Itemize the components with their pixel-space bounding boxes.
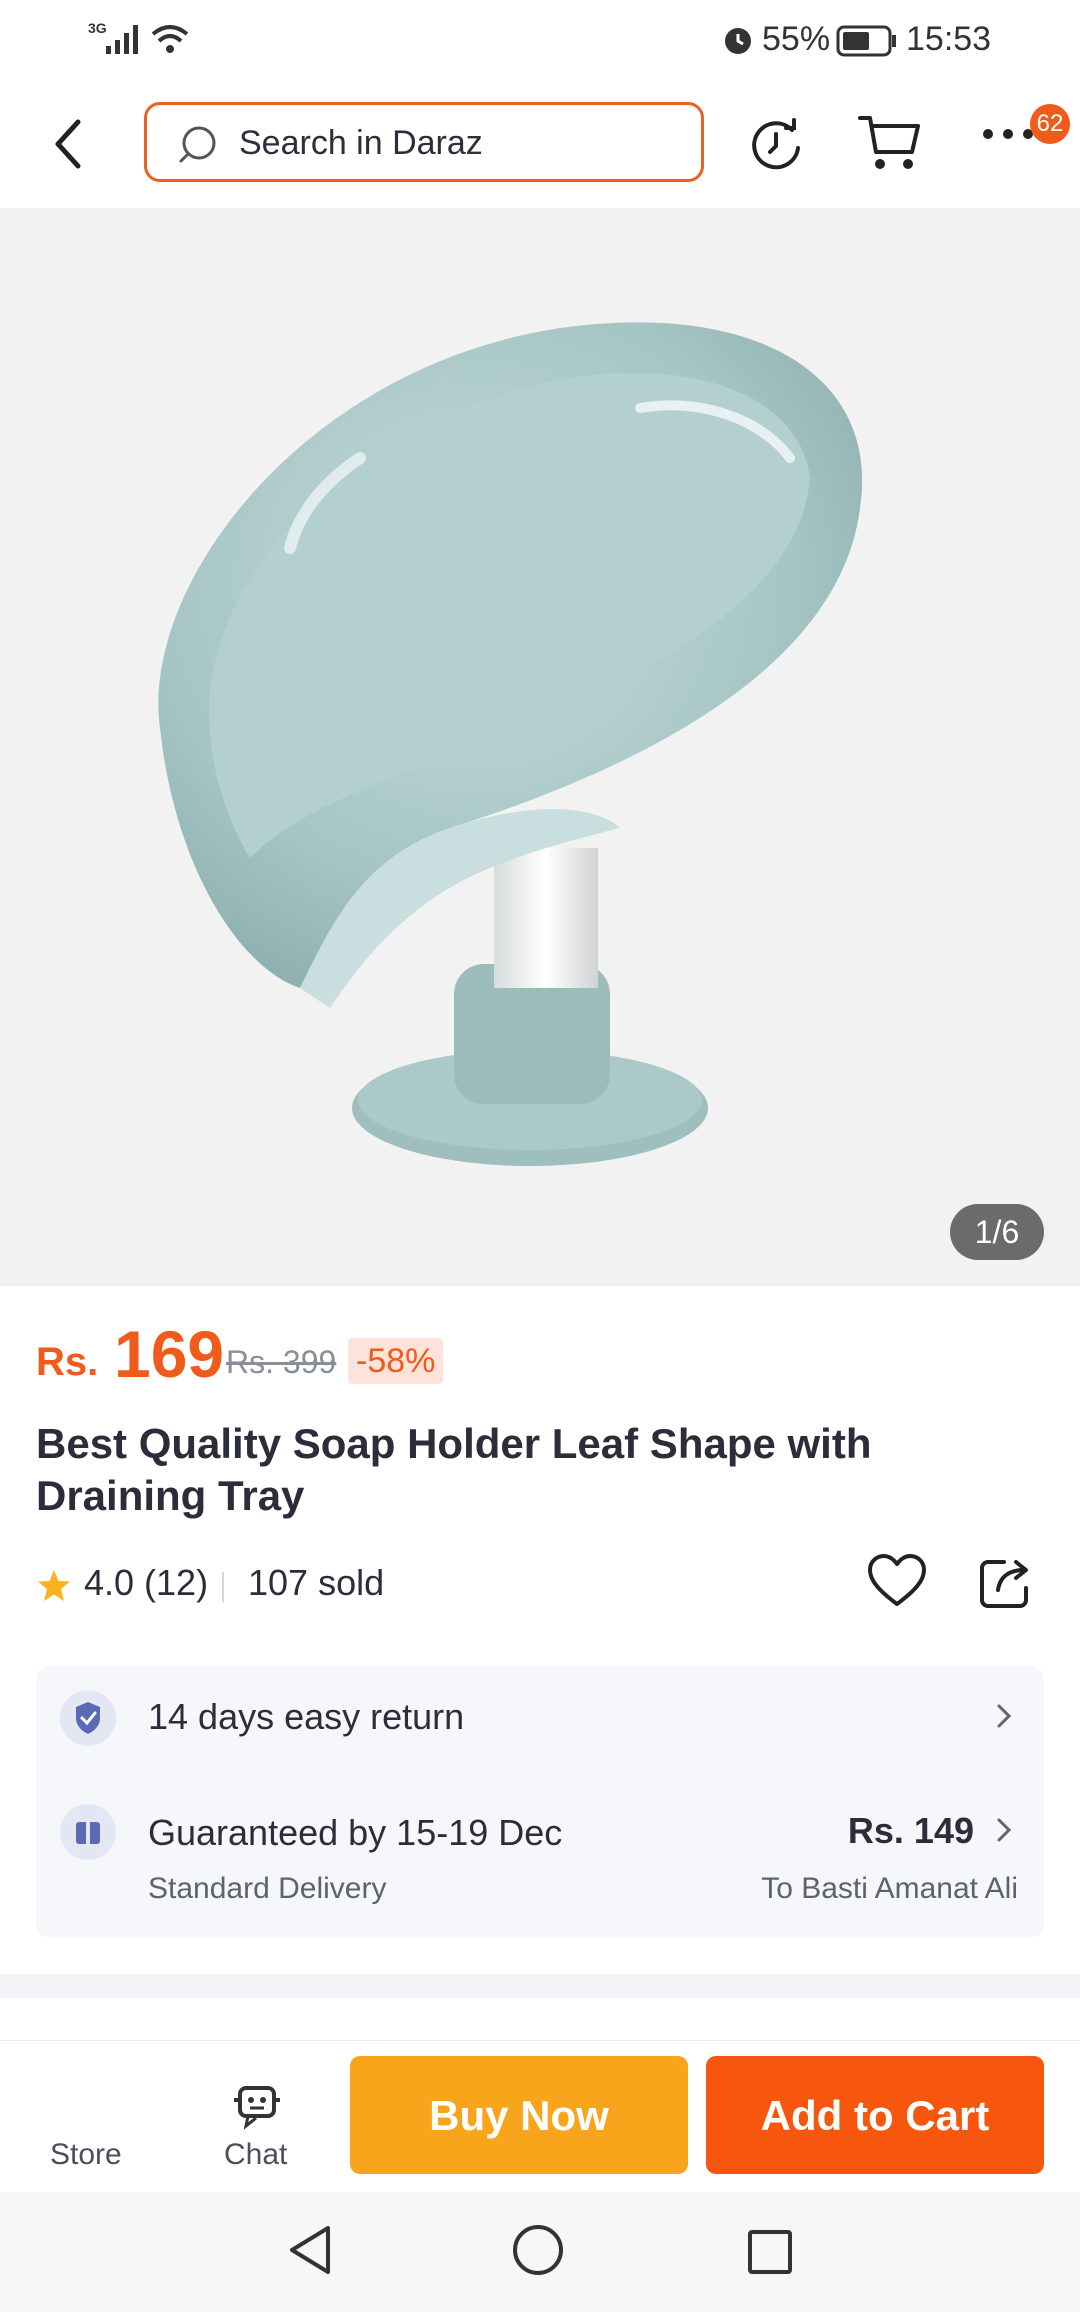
price-currency: Rs. [36,1340,99,1384]
chat-button[interactable]: Chat [224,2138,287,2172]
product-image [158,322,863,1166]
status-bar: 3G 55% 15:53 [0,0,1080,84]
section-divider [0,1974,1080,1998]
services-card: 14 days easy return Guaranteed by 15-19 … [36,1666,1044,1938]
nav-home-icon[interactable] [510,2222,566,2278]
more-options-icon[interactable] [980,122,1036,146]
chevron-right-icon[interactable] [994,1702,1014,1730]
rating-value: 4.0 (12) [84,1562,209,1603]
return-shield-icon [60,1690,116,1746]
separator [222,1572,224,1602]
add-to-cart-button[interactable]: Add to Cart [706,2056,1044,2174]
image-counter: 1/6 [950,1204,1044,1260]
nav-recents-icon[interactable] [746,2228,794,2276]
star-icon [38,1570,70,1601]
back-arrow-icon[interactable] [40,108,100,180]
original-price: Rs. 399 [226,1344,337,1380]
wishlist-heart-icon[interactable] [866,1552,928,1610]
cart-icon[interactable] [856,112,924,174]
battery-percentage: 55% [762,20,831,58]
delivery-location[interactable]: To Basti Amanat Ali [761,1872,1018,1906]
clock: 15:53 [906,20,992,58]
price: 169 [114,1317,225,1391]
delivery-box-icon [60,1804,116,1860]
wifi-icon [151,25,189,53]
notification-badge: 62 [1030,104,1070,144]
store-button[interactable]: Store [50,2138,122,2172]
buy-now-button[interactable]: Buy Now [350,2056,688,2174]
discount-badge: -58% [348,1338,444,1384]
share-icon[interactable] [978,1556,1034,1610]
delivery-fee: Rs. 149 [847,1810,974,1851]
product-title: Best Quality Soap Holder Leaf Shape with… [36,1420,872,1519]
history-icon[interactable] [746,114,806,174]
delivery-guarantee[interactable]: Guaranteed by 15-19 Dec [148,1812,562,1854]
alarm-icon [725,28,751,54]
nav-back-icon[interactable] [284,2222,336,2278]
delivery-type: Standard Delivery [148,1872,387,1905]
return-policy-text[interactable]: 14 days easy return [148,1696,464,1738]
product-image-gallery[interactable] [0,208,1080,1286]
signal-icon [106,25,138,54]
sold-count: 107 sold [248,1562,385,1603]
chevron-right-icon[interactable] [994,1816,1014,1844]
battery-icon [836,25,896,57]
search-input[interactable] [237,115,681,171]
search-icon [179,126,216,163]
chat-bot-icon[interactable] [230,2082,284,2130]
search-bar[interactable] [144,102,704,182]
